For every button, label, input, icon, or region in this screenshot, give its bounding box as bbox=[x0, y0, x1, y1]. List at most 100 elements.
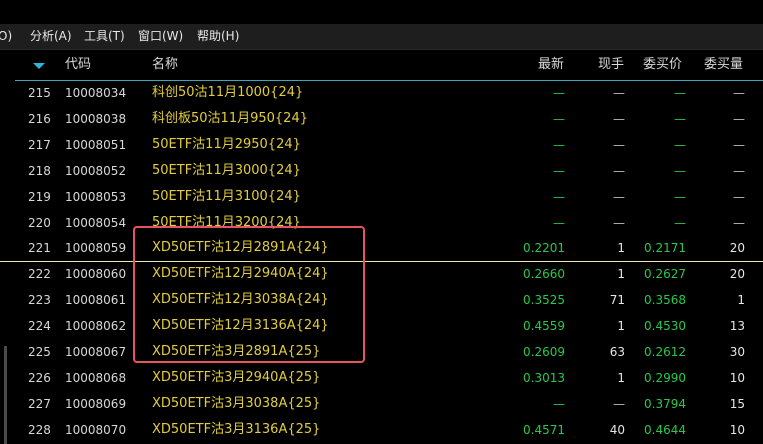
menu-item-analysis[interactable]: 分析(A) bbox=[30, 24, 72, 49]
row-last-price: 0.2609 bbox=[523, 345, 565, 359]
row-last-price: — bbox=[553, 396, 565, 411]
table-row[interactable]: 216 10008038 科创板50沽11月950{24} — — — — bbox=[0, 106, 763, 132]
row-code: 10008038 bbox=[65, 111, 127, 126]
row-name: XD50ETF沽12月3136A{24} bbox=[152, 318, 329, 334]
row-bid-price: — bbox=[674, 86, 686, 100]
row-index: 221 bbox=[28, 241, 51, 256]
row-last-price: — bbox=[553, 137, 565, 152]
table-row[interactable]: 215 10008034 科创50沽11月1000{24} — — — — bbox=[0, 80, 763, 106]
row-code: 10008060 bbox=[65, 267, 127, 282]
row-bid-volume: 15 bbox=[729, 396, 745, 411]
row-last-price: — bbox=[553, 163, 565, 178]
row-bid-volume: 10 bbox=[729, 422, 745, 437]
row-bid-volume: — bbox=[733, 163, 745, 178]
row-index: 219 bbox=[28, 189, 51, 204]
row-bid-price: — bbox=[674, 189, 686, 204]
row-index: 223 bbox=[28, 293, 51, 308]
row-volume: — bbox=[613, 86, 625, 100]
row-code: 10008059 bbox=[65, 241, 127, 256]
row-bid-volume: 20 bbox=[729, 241, 745, 256]
menu-item-help[interactable]: 帮助(H) bbox=[197, 24, 239, 49]
table-row[interactable]: 222 10008060 XD50ETF沽12月2940A{24} 0.2660 1 0.… bbox=[0, 261, 763, 287]
row-name: 50ETF沽11月2950{24} bbox=[152, 136, 301, 152]
row-volume: 1 bbox=[617, 370, 625, 385]
title-bar bbox=[0, 0, 763, 24]
menu-bar: O) 分析(A) 工具(T) 窗口(W) 帮助(H) bbox=[0, 24, 763, 50]
row-bid-volume: 1 bbox=[737, 293, 745, 308]
row-index: 215 bbox=[28, 86, 51, 100]
row-volume: 1 bbox=[617, 319, 625, 334]
quote-table: 215 10008034 科创50沽11月1000{24} — — — — 216 100080… bbox=[0, 50, 763, 444]
row-bid-price: 0.2171 bbox=[644, 241, 686, 256]
row-volume: 71 bbox=[609, 293, 625, 308]
row-volume: — bbox=[613, 137, 625, 152]
row-name: 科创板50沽11月950{24} bbox=[152, 110, 308, 126]
row-code: 10008070 bbox=[65, 422, 127, 437]
row-bid-price: 0.2627 bbox=[644, 267, 686, 282]
row-code: 10008062 bbox=[65, 319, 127, 334]
row-volume: 40 bbox=[609, 422, 625, 437]
row-last-price: 0.2660 bbox=[523, 267, 565, 282]
row-index: 226 bbox=[28, 370, 51, 385]
table-row[interactable]: 226 10008068 XD50ETF沽3月2940A{25} 0.3013 1 0.2… bbox=[0, 365, 763, 391]
table-row[interactable]: 218 10008052 50ETF沽11月3000{24} — — — — bbox=[0, 158, 763, 184]
row-index: 222 bbox=[28, 267, 51, 282]
row-volume: — bbox=[613, 163, 625, 178]
row-volume: — bbox=[613, 396, 625, 411]
row-bid-price: — bbox=[674, 163, 686, 178]
table-row[interactable]: 225 10008067 XD50ETF沽3月2891A{25} 0.2609 63 0.… bbox=[0, 339, 763, 365]
row-index: 228 bbox=[28, 422, 51, 437]
row-volume: 63 bbox=[609, 345, 625, 359]
menu-item-tools[interactable]: 工具(T) bbox=[84, 24, 125, 49]
row-last-price: 0.3013 bbox=[523, 370, 565, 385]
row-last-price: — bbox=[553, 86, 565, 100]
row-volume: — bbox=[613, 189, 625, 204]
table-row[interactable]: 220 10008054 50ETF沽11月3200{24} — — — — bbox=[0, 210, 763, 236]
table-row[interactable]: 228 10008070 XD50ETF沽3月3136A{25} 0.4571 40 0.… bbox=[0, 417, 763, 443]
row-name: 科创50沽11月1000{24} bbox=[152, 85, 304, 100]
vertical-scrollbar[interactable] bbox=[4, 346, 7, 444]
row-last-price: — bbox=[553, 215, 565, 230]
table-row[interactable]: 223 10008061 XD50ETF沽12月3038A{24} 0.3525 71 0… bbox=[0, 287, 763, 313]
table-row[interactable]: 221 10008059 XD50ETF沽12月2891A{24} 0.2201 1 0.… bbox=[0, 235, 763, 261]
row-bid-price: 0.2990 bbox=[644, 370, 686, 385]
row-last-price: 0.4571 bbox=[523, 422, 565, 437]
row-bid-price: — bbox=[674, 111, 686, 126]
row-index: 220 bbox=[28, 215, 51, 230]
table-row[interactable]: 224 10008062 XD50ETF沽12月3136A{24} 0.4559 1 0.… bbox=[0, 313, 763, 339]
menu-item-partial[interactable]: O) bbox=[0, 24, 12, 49]
row-name: 50ETF沽11月3000{24} bbox=[152, 162, 301, 178]
table-row[interactable]: 217 10008051 50ETF沽11月2950{24} — — — — bbox=[0, 132, 763, 158]
row-code: 10008051 bbox=[65, 137, 127, 152]
row-bid-volume: 13 bbox=[729, 319, 745, 334]
row-code: 10008052 bbox=[65, 163, 127, 178]
row-bid-price: — bbox=[674, 215, 686, 230]
row-index: 216 bbox=[28, 111, 51, 126]
row-bid-volume: 10 bbox=[729, 370, 745, 385]
row-bid-price: 0.3794 bbox=[644, 396, 686, 411]
row-code: 10008068 bbox=[65, 370, 127, 385]
row-volume: 1 bbox=[617, 241, 625, 256]
row-code: 10008053 bbox=[65, 189, 127, 204]
row-bid-price: 0.3568 bbox=[644, 293, 686, 308]
table-row[interactable]: 219 10008053 50ETF沽11月3100{24} — — — — bbox=[0, 184, 763, 210]
row-name: 50ETF沽11月3100{24} bbox=[152, 188, 301, 204]
table-row[interactable]: 227 10008069 XD50ETF沽3月3038A{25} — — 0.3794 15 bbox=[0, 391, 763, 417]
row-code: 10008069 bbox=[65, 396, 127, 411]
row-last-price: — bbox=[553, 189, 565, 204]
row-code: 10008034 bbox=[65, 86, 127, 100]
row-bid-price: — bbox=[674, 137, 686, 152]
row-last-price: 0.3525 bbox=[523, 293, 565, 308]
row-bid-volume: — bbox=[733, 137, 745, 152]
row-code: 10008054 bbox=[65, 215, 127, 230]
menu-item-window[interactable]: 窗口(W) bbox=[138, 24, 183, 49]
row-bid-volume: — bbox=[733, 111, 745, 126]
row-bid-volume: — bbox=[733, 86, 745, 100]
row-name: XD50ETF沽3月3038A{25} bbox=[152, 395, 321, 411]
row-last-price: 0.4559 bbox=[523, 319, 565, 334]
row-name: XD50ETF沽12月2940A{24} bbox=[152, 266, 329, 282]
row-volume: — bbox=[613, 215, 625, 230]
row-bid-price: 0.4530 bbox=[644, 319, 686, 334]
row-bid-volume: — bbox=[733, 215, 745, 230]
row-name: XD50ETF沽12月3038A{24} bbox=[152, 292, 329, 308]
